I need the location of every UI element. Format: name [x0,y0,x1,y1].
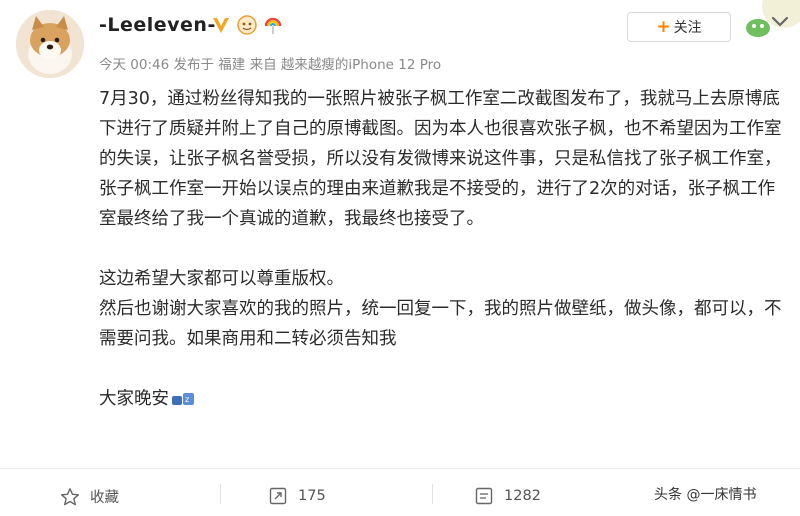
post-source[interactable]: 来自 越来越瘦的iPhone 12 Pro [250,57,442,73]
action-separator [220,484,221,504]
verified-v-icon [213,18,229,33]
comment-icon [475,487,493,505]
action-bar-divider [0,468,800,469]
signoff-text: 大家晚安 [99,389,169,409]
favorite-label: 收藏 [90,490,119,506]
favorite-button[interactable]: 收藏 [60,486,119,507]
post-location: 发布于 福建 [173,57,246,73]
post-content: 7月30，通过粉丝得知我的一张照片被张子枫工作室二改截图发布了，我就马上去原博底… [99,84,783,414]
post-paragraph: 然后也谢谢大家喜欢的我的照片，统一回复一下，我的照片做壁纸，做头像，都可以，不需… [99,299,782,349]
post-paragraph: 这边希望大家都可以尊重版权。 [99,269,344,289]
comment-button[interactable]: 1282 [474,486,541,506]
svg-text:z: z [185,395,189,404]
follow-plus-icon: + [656,16,671,37]
post-time[interactable]: 今天 00:46 [99,57,169,73]
repost-count: 175 [298,488,326,504]
repost-icon [269,487,287,505]
repost-button[interactable]: 175 [268,486,326,506]
user-badges [210,14,284,36]
post-signoff: 大家晚安 z [99,384,783,414]
star-icon [60,487,80,505]
comment-count: 1282 [504,488,541,504]
avatar[interactable] [16,10,84,78]
follow-button[interactable]: + 关注 [627,12,731,42]
rainbow-balloon-icon [264,17,282,34]
weibo-post: -Leeleven- + 关注 今天 00:46 发布于 福建 来自 越来越瘦的… [0,0,800,516]
post-meta: 今天 00:46 发布于 福建 来自 越来越瘦的iPhone 12 Pro [99,53,441,73]
dog-avatar-image [16,10,84,78]
watermark: 头条 @一床情书 [652,484,759,504]
follow-label: 关注 [673,20,702,36]
fan-badge-icon [237,15,257,35]
post-paragraph: 7月30，通过粉丝得知我的一张照片被张子枫工作室二改截图发布了，我就马上去原博底… [99,89,782,229]
sleeping-emoji-icon: z [172,393,194,405]
chevron-down-icon[interactable] [769,14,791,30]
action-separator [432,484,433,504]
user-name[interactable]: -Leeleven- [99,14,216,36]
